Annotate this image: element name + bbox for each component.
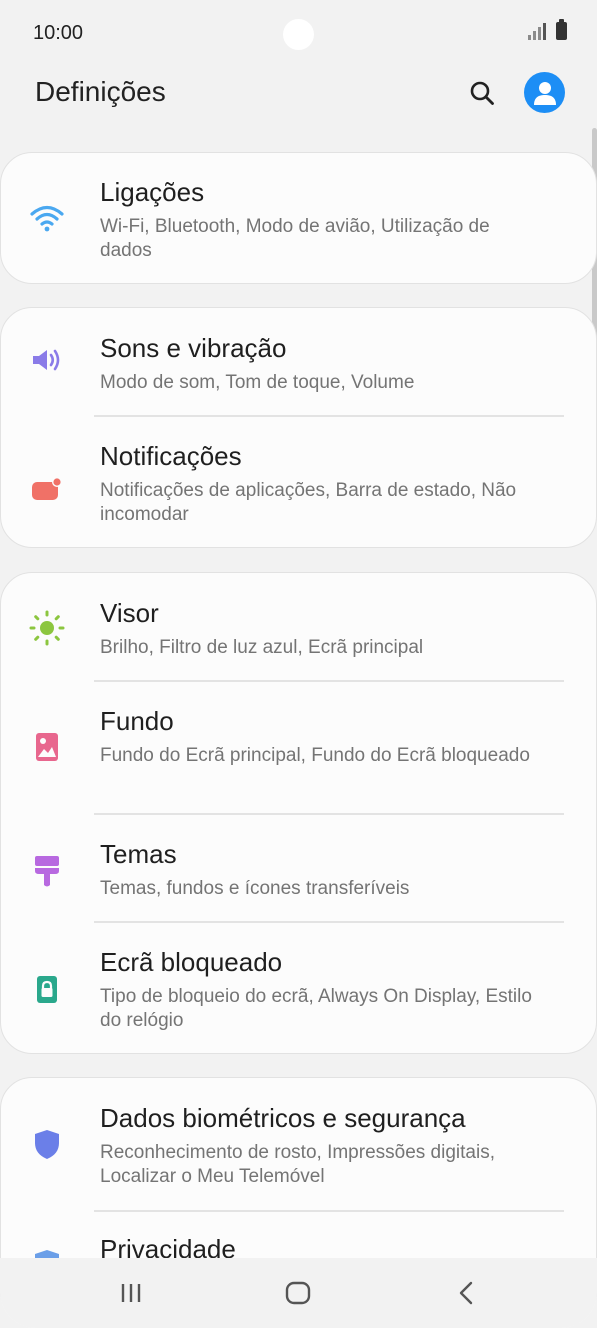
signal-icon [528, 22, 546, 40]
item-title: Notificações [100, 441, 242, 471]
status-icons [528, 19, 567, 40]
item-subtitle: Modo de som, Tom de toque, Volume [100, 372, 415, 393]
item-subtitle: Wi-Fi, Bluetooth, Modo de avião, Utiliza… [100, 216, 490, 261]
battery-icon [556, 19, 567, 40]
item-subtitle: Temas, fundos e ícones transferíveis [100, 878, 410, 899]
brightness-icon [27, 608, 67, 648]
back-icon [459, 1281, 473, 1305]
lock-icon [27, 969, 67, 1009]
wallpaper-icon [27, 727, 67, 767]
shield-icon [27, 1124, 67, 1164]
page-title: Definições [35, 76, 166, 107]
settings-item-fundo[interactable]: Fundo Fundo do Ecrã principal, Fundo do … [1, 682, 597, 812]
item-subtitle: Notificações de aplicações, Barra de est… [100, 480, 517, 525]
notification-icon [27, 469, 67, 509]
navigation-bar [0, 1258, 597, 1328]
back-button[interactable] [446, 1278, 486, 1308]
settings-card-display: Visor Brilho, Filtro de luz azul, Ecrã p… [0, 572, 597, 1054]
item-subtitle: Fundo do Ecrã principal, Fundo do Ecrã b… [100, 745, 530, 766]
settings-screen: 10:00 Definições Ligações Wi-Fi, Bluetoo… [0, 0, 597, 1328]
item-subtitle: Brilho, Filtro de luz azul, Ecrã princip… [100, 637, 424, 658]
settings-item-visor[interactable]: Visor Brilho, Filtro de luz azul, Ecrã p… [1, 573, 596, 681]
item-title: Dados biométricos e segurança [100, 1103, 466, 1133]
volume-icon [27, 340, 67, 380]
recent-apps-icon [121, 1284, 141, 1302]
settings-item-ecra-bloqueado[interactable]: Ecrã bloqueado Tipo de bloqueio do ecrã,… [1, 923, 597, 1053]
item-title: Visor [100, 598, 159, 628]
status-time: 10:00 [33, 22, 84, 44]
settings-item-notificacoes[interactable]: Notificações Notificações de aplicações,… [1, 417, 597, 547]
item-subtitle: Tipo de bloqueio do ecrã, Always On Disp… [100, 986, 532, 1031]
item-title: Ecrã bloqueado [100, 947, 283, 977]
front-camera [283, 19, 314, 50]
account-button[interactable] [524, 72, 565, 113]
avatar-icon [533, 81, 556, 105]
settings-item-sons[interactable]: Sons e vibração Modo de som, Tom de toqu… [1, 308, 596, 416]
search-icon [470, 81, 494, 105]
search-button[interactable] [463, 74, 501, 112]
item-subtitle: Reconhecimento de rosto, Impressões digi… [100, 1142, 495, 1187]
item-title: Fundo [100, 706, 174, 736]
settings-item-ligacoes[interactable]: Ligações Wi-Fi, Bluetooth, Modo de avião… [1, 153, 596, 283]
settings-item-temas[interactable]: Temas Temas, fundos e ícones transferíve… [1, 815, 597, 923]
settings-item-biometria[interactable]: Dados biométricos e segurança Reconhecim… [1, 1078, 596, 1210]
theme-brush-icon [27, 851, 67, 891]
settings-card-sound: Sons e vibração Modo de som, Tom de toqu… [0, 307, 597, 548]
item-title: Ligações [100, 177, 205, 207]
home-button[interactable] [278, 1278, 318, 1308]
recent-apps-button[interactable] [111, 1278, 151, 1308]
item-title: Sons e vibração [100, 333, 287, 363]
item-title: Temas [100, 839, 177, 869]
wifi-icon [27, 198, 67, 238]
settings-card-connections: Ligações Wi-Fi, Bluetooth, Modo de avião… [0, 152, 597, 284]
home-icon [285, 1281, 311, 1305]
status-bar: 10:00 [0, 0, 597, 70]
